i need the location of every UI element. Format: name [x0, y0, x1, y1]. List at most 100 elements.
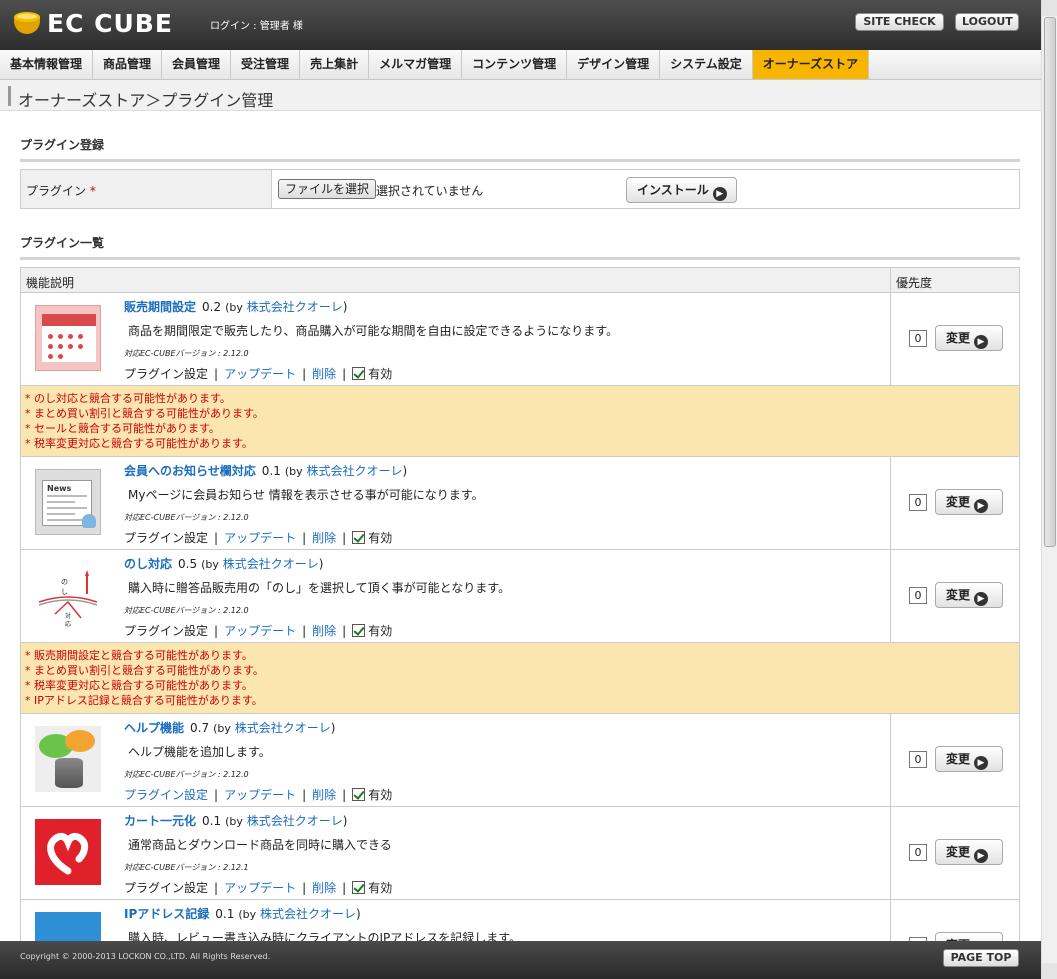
change-priority-button[interactable]: 変更▶ [935, 582, 1003, 608]
install-button[interactable]: インストール ▶ [626, 177, 737, 203]
update-link[interactable]: アップデート [224, 622, 296, 639]
plugin-author-link[interactable]: 株式会社クオーレ [235, 721, 331, 735]
logo[interactable]: EC CUBE [12, 9, 173, 38]
enabled-checkbox[interactable] [352, 624, 366, 637]
delete-link[interactable]: 削除 [312, 879, 336, 896]
update-link[interactable]: アップデート [224, 786, 296, 803]
delete-link[interactable]: 削除 [312, 622, 336, 639]
priority-input[interactable]: 0 [909, 844, 927, 861]
conflict-warning: * セールと競合する可能性があります。 [25, 422, 220, 435]
update-link[interactable]: アップデート [224, 879, 296, 896]
page-top-button[interactable]: PAGE TOP [943, 949, 1019, 967]
nav-item-design[interactable]: デザイン管理 [567, 50, 661, 79]
nav-item-contents[interactable]: コンテンツ管理 [462, 50, 568, 79]
site-check-button[interactable]: SITE CHECK [855, 13, 944, 31]
plugin-version: 0.1 [202, 814, 222, 828]
nav-item-system[interactable]: システム設定 [660, 50, 753, 79]
plugin-version: 0.2 [202, 300, 222, 314]
plugin-description-cell: News 会員へのお知らせ欄対応 0.1 (by 株式会社クオーレ) Myページに会員お… [21, 457, 891, 549]
separator: | [342, 530, 347, 545]
update-link[interactable]: アップデート [224, 365, 296, 382]
change-priority-button[interactable]: 変更▶ [935, 932, 1003, 941]
separator: | [342, 623, 347, 638]
update-link[interactable]: アップデート [224, 529, 296, 546]
priority-input[interactable]: 0 [909, 494, 927, 511]
noshi-icon: のし対応 [35, 562, 101, 628]
enabled-checkbox[interactable] [352, 367, 366, 380]
enabled-checkbox[interactable] [352, 881, 366, 894]
logo-text: EC CUBE [47, 9, 173, 38]
table-header: 機能説明 優先度 [21, 267, 1019, 293]
choose-file-button[interactable]: ファイルを選択 [278, 179, 377, 199]
footer: Copyright © 2000-2013 LOCKON CO.,LTD. Al… [0, 941, 1041, 979]
plugin-actions: プラグイン設定 | アップデート | 削除 | 有効 [124, 786, 392, 803]
database-shape [55, 758, 83, 788]
arrow-right-icon: ▶ [712, 187, 727, 201]
change-priority-button[interactable]: 変更▶ [935, 839, 1003, 865]
priority-input[interactable]: 0 [909, 587, 927, 604]
enabled-label: 有効 [368, 624, 393, 638]
plugin-name-line: カート一元化 0.1 (by 株式会社クオーレ) [124, 812, 347, 829]
plugin-author-link[interactable]: 株式会社クオーレ [260, 907, 356, 921]
priority-input[interactable]: 0 [909, 751, 927, 768]
arrow-right-icon: ▶ [974, 592, 989, 606]
scrollbar-thumb[interactable] [1044, 17, 1056, 547]
plugin-row: News 会員へのお知らせ欄対応 0.1 (by 株式会社クオーレ) Myページに会員お… [21, 457, 1019, 550]
newspaper-line [47, 507, 87, 509]
plugin-compat-version: 対応EC-CUBEバージョン : 2.12.0 [124, 606, 249, 615]
plugin-author-link[interactable]: 株式会社クオーレ [306, 464, 402, 478]
calendar-dot [68, 334, 73, 339]
person-shape [82, 514, 96, 528]
change-priority-button[interactable]: 変更▶ [935, 325, 1003, 351]
priority-input[interactable]: 0 [909, 330, 927, 347]
plugin-author-link[interactable]: 株式会社クオーレ [247, 300, 343, 314]
calendar-dot [78, 334, 83, 339]
plugin-settings-link[interactable]: プラグイン設定 [124, 786, 208, 803]
logout-button[interactable]: LOGOUT [955, 13, 1019, 31]
newspaper-line [47, 513, 75, 515]
enabled-checkbox[interactable] [352, 531, 366, 544]
scroll-up-arrow[interactable] [1042, 0, 1057, 16]
change-label: 変更 [946, 331, 971, 345]
scroll-down-arrow[interactable] [1042, 963, 1057, 979]
delete-link[interactable]: 削除 [312, 365, 336, 382]
calendar-dot [78, 344, 83, 349]
enabled-checkbox[interactable] [352, 788, 366, 801]
change-label: 変更 [946, 495, 971, 509]
svg-text:対: 対 [65, 612, 71, 620]
change-priority-button[interactable]: 変更▶ [935, 489, 1003, 515]
nav-item-mailmagazine[interactable]: メルマガ管理 [369, 50, 463, 79]
nav-item-products[interactable]: 商品管理 [93, 50, 163, 79]
separator: | [214, 880, 219, 895]
calendar-dot [58, 354, 63, 359]
vertical-scrollbar[interactable] [1041, 0, 1057, 979]
separator: | [302, 530, 307, 545]
plugin-name: のし対応 [124, 557, 173, 571]
arrow-right-icon: ▶ [974, 756, 989, 770]
nav-item-sales[interactable]: 売上集計 [300, 50, 370, 79]
nav-item-owners-store[interactable]: オーナーズストア [752, 50, 870, 79]
plugin-priority-cell: 0 変更▶ [891, 807, 1019, 899]
plugin-row: IPアドレス記録 0.1 (by 株式会社クオーレ) 購入時、レビュー書き込み時にクラ… [21, 900, 1019, 941]
change-label: 変更 [946, 752, 971, 766]
nav-item-members[interactable]: 会員管理 [162, 50, 232, 79]
plugin-label: プラグイン [26, 184, 87, 198]
plugin-name: 会員へのお知らせ欄対応 [124, 464, 256, 478]
change-priority-button[interactable]: 変更▶ [935, 746, 1003, 772]
enabled-label: 有効 [368, 531, 393, 545]
plugin-table: 機能説明 優先度 販売期間設定 0.2 (by 株式会社クオーレ) 商品を期間限定で販… [20, 267, 1020, 941]
delete-link[interactable]: 削除 [312, 786, 336, 803]
plugin-description: 通常商品とダウンロード商品を同時に購入できる [128, 838, 392, 852]
plugin-author-link[interactable]: 株式会社クオーレ [223, 557, 319, 571]
separator: | [342, 366, 347, 381]
conflict-warning: * まとめ買い割引と競合する可能性があります。 [25, 407, 264, 420]
conflict-warning: * 販売期間設定と競合する可能性があります。 [25, 649, 253, 662]
plugin-name-line: のし対応 0.5 (by 株式会社クオーレ) [124, 555, 323, 572]
delete-link[interactable]: 削除 [312, 529, 336, 546]
nav-item-orders[interactable]: 受注管理 [231, 50, 301, 79]
nav-item-basic-info[interactable]: 基本情報管理 [0, 50, 94, 79]
install-label: インストール [637, 183, 709, 197]
plugin-description: 商品を期間限定で販売したり、商品購入が可能な期間を自由に設定できるようになります… [128, 324, 619, 338]
plugin-author-link[interactable]: 株式会社クオーレ [247, 814, 343, 828]
separator: | [214, 530, 219, 545]
